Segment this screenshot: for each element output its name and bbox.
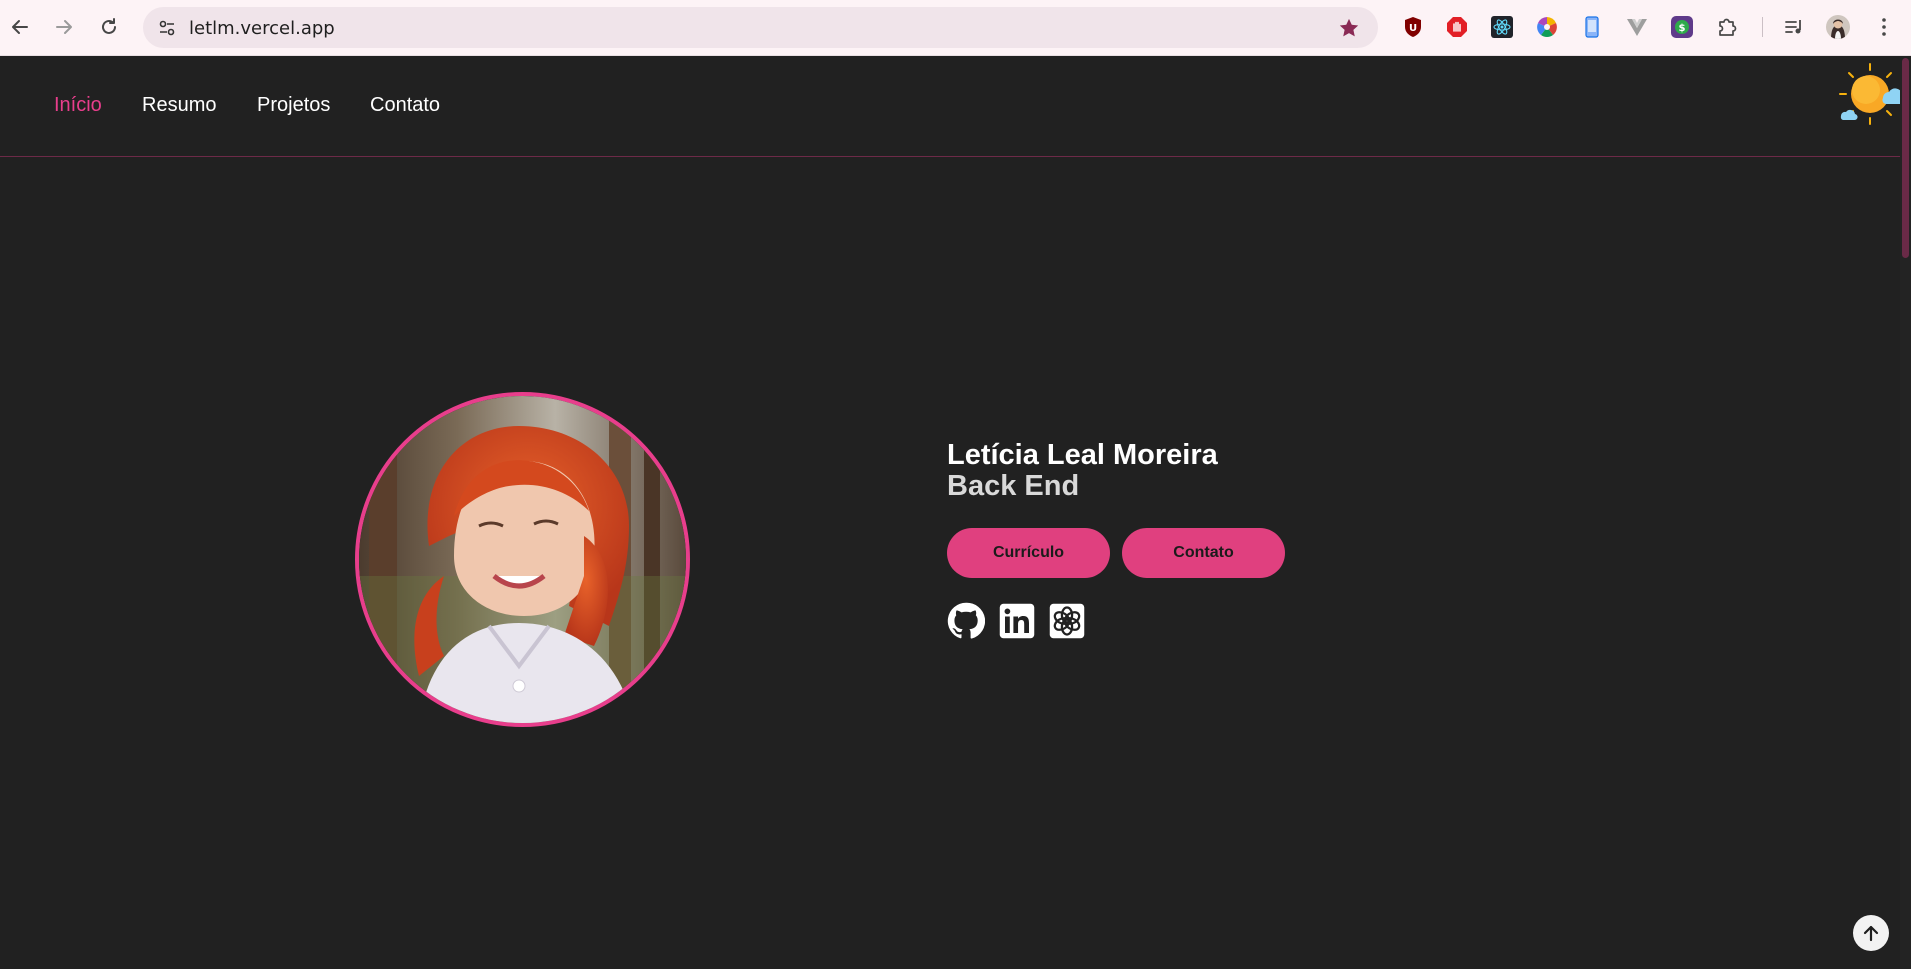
- back-button[interactable]: [3, 10, 37, 44]
- sun-cloud-icon: [1839, 63, 1907, 125]
- profile-photo: [355, 392, 690, 727]
- portfolio-page: Início Resumo Projetos Contato Letícia L…: [0, 56, 1911, 969]
- adblock-icon[interactable]: [1445, 15, 1469, 39]
- react-devtools-icon[interactable]: [1490, 15, 1514, 39]
- nav-item-projetos[interactable]: Projetos: [257, 94, 330, 117]
- github-icon: [947, 602, 985, 639]
- reload-button[interactable]: [92, 10, 126, 44]
- nav-item-contato[interactable]: Contato: [370, 94, 440, 117]
- hero-role: Back End: [947, 470, 1080, 502]
- forward-button[interactable]: [47, 10, 81, 44]
- kebab-menu-icon[interactable]: [1872, 15, 1896, 39]
- linkedin-link[interactable]: [998, 602, 1036, 640]
- phone-icon[interactable]: [1580, 15, 1604, 39]
- github-link[interactable]: [947, 602, 985, 640]
- svg-text:$: $: [1679, 23, 1686, 34]
- toolbar-divider: [1762, 17, 1763, 37]
- linkedin-icon: [999, 603, 1035, 639]
- browser-toolbar: letlm.vercel.app U $: [0, 0, 1911, 56]
- portrait-image: [359, 396, 686, 723]
- arrow-left-icon: [12, 20, 28, 34]
- contact-button[interactable]: Contato: [1122, 528, 1285, 578]
- puzzle-icon[interactable]: [1715, 15, 1739, 39]
- dollar-icon[interactable]: $: [1670, 15, 1694, 39]
- back-to-top-button[interactable]: [1853, 915, 1889, 951]
- hero-name: Letícia Leal Moreira: [947, 439, 1218, 471]
- profile-avatar-icon[interactable]: [1826, 15, 1850, 39]
- svg-text:U: U: [1409, 23, 1417, 34]
- openai-link[interactable]: [1048, 602, 1086, 640]
- ublock-icon[interactable]: U: [1401, 15, 1425, 39]
- url-text[interactable]: letlm.vercel.app: [189, 18, 335, 39]
- vue-devtools-icon[interactable]: [1625, 15, 1649, 39]
- nav-item-inicio[interactable]: Início: [54, 94, 102, 117]
- resume-button[interactable]: Currículo: [947, 528, 1110, 578]
- tune-icon[interactable]: [155, 16, 179, 40]
- openai-icon: [1049, 603, 1085, 639]
- media-control-icon[interactable]: [1782, 15, 1806, 39]
- nav-item-resumo[interactable]: Resumo: [142, 94, 216, 117]
- arrow-right-icon: [56, 20, 72, 34]
- star-icon[interactable]: [1338, 17, 1360, 39]
- color-wheel-icon[interactable]: [1535, 15, 1559, 39]
- reload-icon: [102, 18, 116, 34]
- scrollbar-thumb[interactable]: [1902, 58, 1909, 258]
- theme-toggle-button[interactable]: [1838, 62, 1907, 126]
- address-bar[interactable]: letlm.vercel.app: [143, 7, 1378, 48]
- top-navigation: Início Resumo Projetos Contato: [0, 56, 1907, 157]
- arrow-up-icon: [1863, 925, 1879, 942]
